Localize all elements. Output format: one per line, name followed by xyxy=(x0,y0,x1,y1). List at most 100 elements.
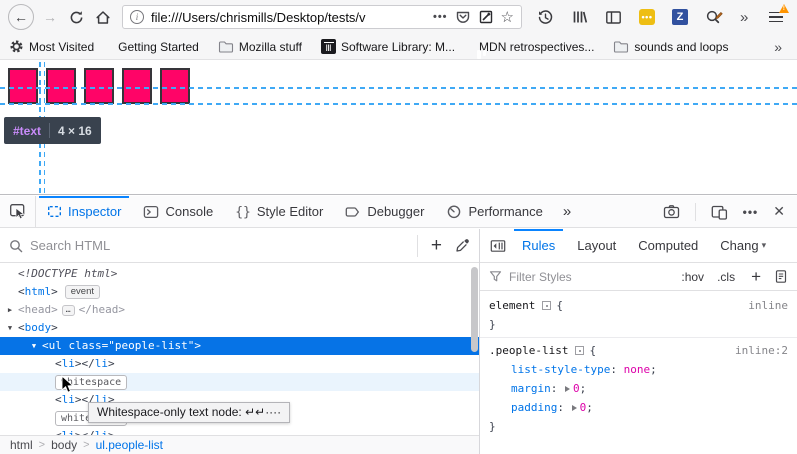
tab-debugger[interactable]: Debugger xyxy=(334,196,435,227)
stylesheet-icon[interactable] xyxy=(774,269,788,284)
rule-selector-line[interactable]: .people-list{inline:2 xyxy=(480,341,797,360)
bookmark-item[interactable]: MDN retrospectives... xyxy=(474,40,594,54)
sidebar-toggle-button[interactable] xyxy=(485,239,511,253)
bookmark-item[interactable]: Mozilla stuff xyxy=(218,40,302,54)
tab-inspector[interactable]: Inspector xyxy=(36,196,132,227)
node-picker-button[interactable] xyxy=(0,196,36,227)
rule-selector[interactable]: element xyxy=(489,299,535,312)
page-actions-icon[interactable]: ••• xyxy=(433,11,448,23)
declaration-line[interactable]: list-style-type: none; xyxy=(480,360,797,379)
bookmark-item[interactable]: ⅢSoftware Library: M... xyxy=(321,39,455,54)
markup-token: > xyxy=(75,429,82,435)
close-devtools-icon[interactable]: ✕ xyxy=(773,203,785,220)
bookmark-label: Mozilla stuff xyxy=(239,40,302,54)
bookmark-item[interactable]: Getting Started xyxy=(113,40,199,54)
markup-token: < xyxy=(18,285,25,298)
infobar-dimensions: 4 × 16 xyxy=(58,124,92,138)
class-toggle-button[interactable]: .cls xyxy=(714,270,738,284)
filter-icon xyxy=(489,270,502,283)
bookmark-item[interactable]: Most Visited xyxy=(9,39,94,54)
markup-token: > xyxy=(51,285,58,298)
meatball-menu-icon[interactable]: ••• xyxy=(743,205,759,219)
app-menu-button[interactable] xyxy=(769,9,783,26)
markup-token: < xyxy=(18,321,25,334)
zotero-icon[interactable]: Z xyxy=(672,9,688,25)
expand-arrow-icon[interactable]: ▼ xyxy=(28,337,40,355)
add-rule-button[interactable]: + xyxy=(745,268,767,285)
selector-highlighter-icon[interactable] xyxy=(542,301,551,310)
expand-arrow-icon[interactable]: ▼ xyxy=(4,319,16,337)
rule-selector[interactable]: .people-list xyxy=(489,344,568,357)
history-icon[interactable] xyxy=(537,9,554,26)
list-item-square xyxy=(84,68,114,104)
semicolon: ; xyxy=(580,382,587,395)
home-button[interactable] xyxy=(90,10,116,25)
bookmark-item[interactable]: sounds and loops xyxy=(613,40,728,54)
markup-token: li xyxy=(95,357,108,370)
declaration-line[interactable]: padding: 0; xyxy=(480,398,797,417)
forward-button[interactable]: → xyxy=(38,9,62,25)
markup-token: body xyxy=(25,321,52,334)
sidebar-tab-layout[interactable]: Layout xyxy=(566,229,627,262)
tab-label: Inspector xyxy=(68,204,121,219)
property-value[interactable]: 0 xyxy=(573,382,580,395)
pseudo-class-button[interactable]: :hov xyxy=(678,270,707,284)
responsive-mode-icon[interactable] xyxy=(711,204,728,220)
markup-node-row[interactable]: <!DOCTYPE html> xyxy=(0,265,479,283)
site-info-icon[interactable]: i xyxy=(130,10,144,24)
markup-node-row[interactable]: ▼<body> xyxy=(0,319,479,337)
breadcrumb-item-html[interactable]: html xyxy=(8,438,35,452)
markup-node-row[interactable]: <li></li> xyxy=(0,355,479,373)
property-name[interactable]: margin xyxy=(511,382,551,395)
tab-performance[interactable]: Performance xyxy=(435,196,553,227)
breadcrumb-item-body[interactable]: body xyxy=(49,438,79,452)
bookmarks-overflow-icon[interactable]: » xyxy=(774,39,788,55)
pocket-icon[interactable] xyxy=(455,9,471,25)
rule-source-link[interactable]: inline:2 xyxy=(735,341,788,360)
property-value[interactable]: none xyxy=(624,363,651,376)
reload-button[interactable] xyxy=(64,10,88,25)
library-building-icon: Ⅲ xyxy=(321,39,336,54)
screenshot-edit-icon[interactable] xyxy=(705,9,723,26)
collapse-arrow-icon[interactable]: ▶ xyxy=(4,301,16,319)
rule-source-link[interactable]: inline xyxy=(748,296,788,315)
bookmark-star-icon[interactable]: ☆ xyxy=(501,10,514,25)
sidebar-tab-rules[interactable]: Rules xyxy=(511,229,566,262)
markup-node-row[interactable]: <html>event xyxy=(0,283,479,301)
tree-scrollbar[interactable] xyxy=(471,267,478,352)
search-html-input[interactable] xyxy=(30,238,410,253)
toolbar-overflow-icon[interactable]: » xyxy=(740,9,748,26)
screenshot-camera-icon[interactable] xyxy=(663,204,680,219)
back-button[interactable]: ← xyxy=(8,4,34,30)
sidebar-tab-computed[interactable]: Computed xyxy=(627,229,709,262)
selector-highlighter-icon[interactable] xyxy=(575,346,584,355)
markup-node-row[interactable]: ▼<ul class="people-list"> xyxy=(0,337,479,355)
rule-selector-line[interactable]: element{inline xyxy=(480,296,797,315)
markup-node-row[interactable]: ▶<head>…</head> xyxy=(0,301,479,319)
eyedropper-icon[interactable] xyxy=(455,238,470,253)
hamburger-icon xyxy=(769,12,783,23)
add-node-button[interactable]: + xyxy=(425,236,448,255)
expand-value-icon[interactable] xyxy=(572,405,577,411)
expand-value-icon[interactable] xyxy=(565,386,570,392)
extension-yellow-icon[interactable]: ••• xyxy=(639,9,655,25)
breadcrumb-item-ulpeople-list[interactable]: ul.people-list xyxy=(94,438,165,452)
tabs-overflow-icon[interactable]: » xyxy=(554,203,580,220)
library-icon[interactable] xyxy=(571,9,588,25)
markup-token: <!DOCTYPE html> xyxy=(18,267,117,280)
declaration-line[interactable]: margin: 0; xyxy=(480,379,797,398)
sidebar-tab-chang[interactable]: Chang▾ xyxy=(709,229,777,262)
extension-icon[interactable] xyxy=(478,9,494,25)
url-text[interactable]: file:///Users/chrismills/Desktop/tests/v xyxy=(151,10,426,25)
property-name[interactable]: list-style-type xyxy=(511,363,610,376)
markup-search-row: + xyxy=(0,229,479,263)
filter-styles-input[interactable] xyxy=(509,270,671,284)
sidebar-icon[interactable] xyxy=(605,10,622,25)
debugger-icon xyxy=(345,205,361,219)
markup-node-row[interactable]: <li></li> xyxy=(0,427,479,435)
url-bar[interactable]: i file:///Users/chrismills/Desktop/tests… xyxy=(122,5,522,29)
markup-panel: + <!DOCTYPE html> <html>event▶<head>…</he… xyxy=(0,229,479,454)
tab-console[interactable]: Console xyxy=(132,196,224,227)
tab-style-editor[interactable]: {}Style Editor xyxy=(224,196,334,227)
property-name[interactable]: padding xyxy=(511,401,557,414)
